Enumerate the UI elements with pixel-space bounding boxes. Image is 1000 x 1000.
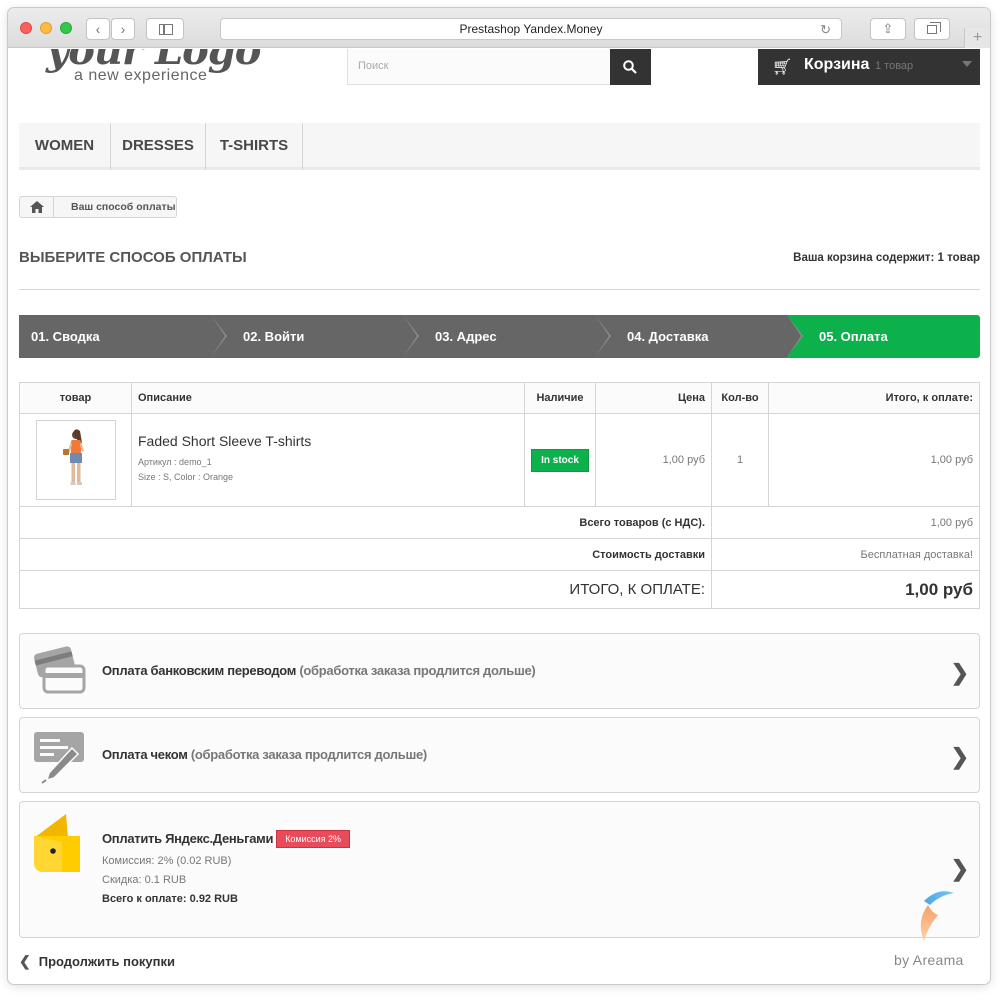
chevron-left-icon: ‹ [95, 21, 101, 37]
by-areama-credit: by Areama [894, 952, 964, 968]
line-total-cell: 1,00 руб [768, 413, 980, 507]
share-button[interactable]: ⇪ [870, 18, 906, 40]
forward-button[interactable]: › [111, 18, 135, 40]
continue-shopping-link[interactable]: ❮ Продолжить покупки [19, 953, 175, 970]
search-button[interactable] [610, 49, 651, 85]
browser-window: ‹ › Prestashop Yandex.Money ↻ ⇪ + your L… [8, 8, 990, 984]
step-login[interactable]: 02. Войти [211, 315, 419, 358]
column-header-product: товар [19, 382, 132, 414]
chevron-right-icon: ❯ [950, 856, 969, 881]
quantity-cell: 1 [711, 413, 769, 507]
shipping-value: Бесплатная доставка! [711, 538, 980, 571]
payment-option-bankwire[interactable]: Оплата банковским переводом (обработка з… [19, 633, 980, 709]
menu-item-women[interactable]: WOMEN [19, 123, 111, 170]
reload-icon[interactable]: ↻ [820, 19, 831, 40]
divider [19, 289, 980, 290]
price-cell: 1,00 руб [595, 413, 712, 507]
breadcrumb-current: Ваш способ оплаты [71, 201, 176, 213]
tabs-overview-button[interactable] [914, 18, 950, 40]
page-title: Выберите способ оплаты [19, 249, 247, 266]
payment-option-yandex-money[interactable]: Оплатить Яндекс.Деньгами Комиссия 2% Коми… [19, 801, 980, 938]
table-header-row: товар Описание Наличие Цена Кол-во Итого… [19, 382, 980, 414]
menu-item-dresses[interactable]: DRESSES [111, 123, 206, 170]
product-description-cell: Faded Short Sleeve T-shirts Артикул : de… [131, 413, 525, 507]
chevron-left-icon: ❮ [19, 953, 31, 969]
product-model-image [62, 429, 84, 485]
chevron-right-icon: ❯ [950, 744, 969, 769]
bankwire-title: Оплата банковским переводом (обработка з… [102, 663, 536, 678]
cart-summary: Ваша корзина содержит: 1 товар [793, 252, 980, 264]
subtotal-row: Всего товаров (с НДС). 1,00 руб [19, 506, 980, 539]
home-icon [30, 201, 44, 213]
cart-label: Корзина [804, 56, 870, 73]
yandex-title: Оплатить Яндекс.Деньгами Комиссия 2% [102, 830, 351, 848]
bankwire-note: (обработка заказа продлится дольше) [299, 663, 536, 678]
product-reference: Артикул : demo_1 [138, 457, 212, 467]
yandex-discount: Скидка: 0.1 RUB [102, 874, 187, 886]
shopping-cart-icon: 🛒︎ [772, 59, 793, 76]
caret-down-icon [962, 61, 972, 67]
zoom-window-button[interactable] [60, 22, 72, 34]
column-header-availability: Наличие [524, 382, 596, 414]
availability-cell: In stock [524, 413, 596, 507]
breadcrumb-home[interactable] [20, 197, 54, 217]
breadcrumb: Ваш способ оплаты [19, 196, 177, 218]
column-header-price: Цена [595, 382, 712, 414]
sidebar-toggle-button[interactable] [146, 18, 184, 40]
checkout-steps: 01. Сводка 02. Войти 03. Адрес 04. Доста… [19, 315, 980, 358]
column-header-total: Итого, к оплате: [768, 382, 980, 414]
sidebar-icon [159, 24, 173, 35]
status-badge: In stock [531, 448, 589, 472]
shipping-label: Стоимость доставки [19, 538, 712, 571]
subtotal-label: Всего товаров (с НДС). [19, 506, 712, 539]
cart-count: 1 товар [875, 60, 914, 72]
top-menu: WOMEN DRESSES T-SHIRTS [19, 123, 980, 170]
chevron-right-icon: › [120, 21, 126, 37]
bank-card-icon [33, 646, 86, 694]
minimize-window-button[interactable] [40, 22, 52, 34]
step-summary[interactable]: 01. Сводка [19, 315, 227, 358]
cheque-icon [34, 732, 84, 784]
back-button[interactable]: ‹ [86, 18, 110, 40]
new-tab-button[interactable]: + [964, 28, 990, 48]
column-header-description: Описание [131, 382, 525, 414]
product-image[interactable] [35, 420, 116, 500]
grand-total-row: ИТОГО, К ОПЛАТЕ: 1,00 руб [19, 570, 980, 609]
commission-badge: Комиссия 2% [276, 830, 351, 848]
yandex-commission: Комиссия: 2% (0.02 RUB) [102, 855, 232, 867]
menu-item-tshirts[interactable]: T-SHIRTS [206, 123, 303, 170]
browser-titlebar: ‹ › Prestashop Yandex.Money ↻ ⇪ + [8, 8, 990, 48]
cart-table: товар Описание Наличие Цена Кол-во Итого… [19, 382, 980, 609]
product-name-link[interactable]: Faded Short Sleeve T-shirts [138, 433, 524, 449]
step-address[interactable]: 03. Адрес [403, 315, 611, 358]
store-logo[interactable]: your Logo a new experience [44, 49, 284, 91]
grand-total-label: ИТОГО, К ОПЛАТЕ: [19, 570, 712, 609]
yandex-wallet-icon [34, 814, 80, 872]
close-window-button[interactable] [20, 22, 32, 34]
product-image-cell [19, 413, 132, 507]
shipping-row: Стоимость доставки Бесплатная доставка! [19, 538, 980, 571]
yandex-total: Всего к оплате: 0.92 RUB [102, 893, 238, 905]
address-bar[interactable]: Prestashop Yandex.Money ↻ [220, 18, 842, 40]
search-icon [623, 60, 637, 74]
search-input[interactable]: Поиск [347, 49, 612, 85]
step-payment: 05. Оплата [787, 315, 980, 358]
table-row: Faded Short Sleeve T-shirts Артикул : de… [19, 413, 980, 507]
address-bar-text: Prestashop Yandex.Money [459, 22, 603, 36]
logo-tagline: a new experience [74, 67, 208, 84]
areama-logo-icon [920, 891, 954, 941]
share-icon: ⇪ [882, 21, 894, 36]
step-shipping[interactable]: 04. Доставка [595, 315, 803, 358]
chevron-right-icon: ❯ [950, 660, 969, 685]
cheque-title: Оплата чеком (обработка заказа продлится… [102, 747, 427, 762]
cheque-note: (обработка заказа продлится дольше) [190, 747, 427, 762]
subtotal-value: 1,00 руб [711, 506, 980, 539]
tabs-icon [927, 22, 941, 34]
cart-block[interactable]: 🛒︎ Корзина 1 товар [758, 49, 980, 85]
page-content: your Logo a new experience Поиск 🛒︎ Корз… [8, 49, 990, 984]
payment-option-cheque[interactable]: Оплата чеком (обработка заказа продлится… [19, 717, 980, 793]
grand-total-value: 1,00 руб [711, 570, 980, 609]
column-header-qty: Кол-во [711, 382, 769, 414]
product-attributes[interactable]: Size : S, Color : Orange [138, 472, 524, 482]
